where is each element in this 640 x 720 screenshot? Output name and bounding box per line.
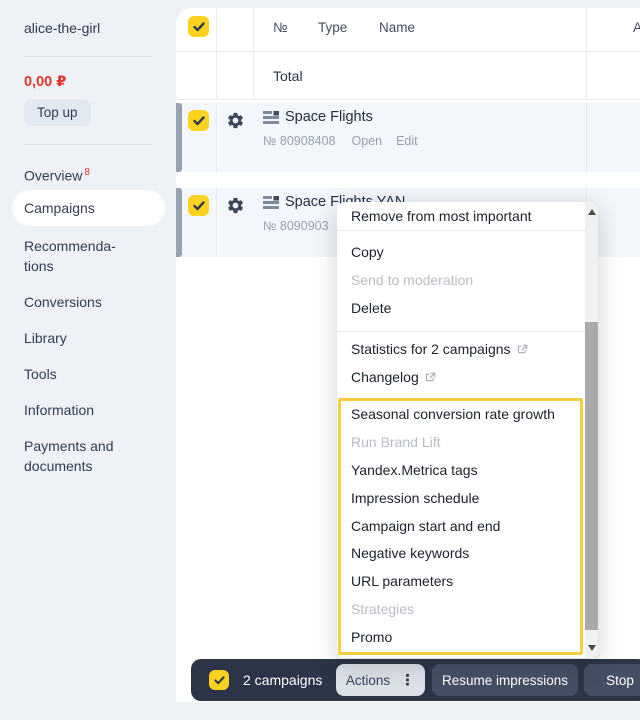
- row-checkbox[interactable]: [188, 110, 209, 131]
- select-all-checkbox[interactable]: [188, 16, 209, 37]
- check-icon: [193, 201, 205, 211]
- sidebar-item-recommendations[interactable]: Recommenda- tions: [24, 236, 156, 276]
- menu-item-copy[interactable]: Copy: [337, 238, 585, 266]
- campaign-number: № 80908408: [263, 134, 336, 148]
- total-label: Total: [273, 68, 303, 84]
- column-divider: [216, 188, 217, 257]
- top-up-button[interactable]: Top up: [24, 99, 91, 126]
- menu-item-statistics[interactable]: Statistics for 2 campaigns: [337, 335, 585, 363]
- column-header-number[interactable]: №: [273, 20, 287, 35]
- menu-item-impression-schedule[interactable]: Impression schedule: [341, 485, 580, 513]
- sidebar-item-campaigns[interactable]: Campaigns: [24, 198, 156, 218]
- actions-context-menu: Remove from most important Copy Send to …: [337, 202, 598, 658]
- menu-item-metrica-tags[interactable]: Yandex.Metrica tags: [341, 457, 580, 485]
- column-header-type[interactable]: Type: [318, 20, 347, 35]
- sidebar: alice-the-girl 0,00 ₽ Top up Overview8 C…: [0, 0, 176, 720]
- menu-item-send-to-moderation: Send to moderation: [337, 266, 585, 294]
- column-divider: [586, 103, 587, 172]
- selection-action-bar: 2 campaigns Actions ⋮ Resume impressions…: [191, 659, 640, 701]
- gear-icon[interactable]: [226, 111, 245, 135]
- check-icon: [193, 22, 205, 32]
- sidebar-divider: [24, 144, 152, 145]
- scroll-down-icon[interactable]: [588, 645, 596, 651]
- resume-impressions-button[interactable]: Resume impressions: [432, 664, 578, 696]
- stop-button[interactable]: Stop: [584, 664, 640, 696]
- sidebar-item-library[interactable]: Library: [24, 328, 156, 348]
- sidebar-divider: [24, 56, 152, 57]
- sidebar-item-conversions[interactable]: Conversions: [24, 292, 156, 312]
- row-selected-bar: [176, 188, 182, 257]
- column-divider: [586, 8, 587, 100]
- sidebar-item-overview[interactable]: Overview8: [24, 163, 156, 186]
- campaign-meta: № 8090903: [263, 219, 329, 233]
- row-checkbox[interactable]: [188, 195, 209, 216]
- sidebar-item-tools[interactable]: Tools: [24, 364, 156, 384]
- actions-button[interactable]: Actions ⋮: [336, 664, 425, 696]
- table-header-row: № Type Name A: [176, 8, 640, 52]
- column-divider: [216, 8, 217, 100]
- menu-item-negative-keywords[interactable]: Negative keywords: [341, 540, 580, 568]
- account-balance: 0,00 ₽: [24, 74, 66, 90]
- sidebar-item-payments[interactable]: Payments and documents: [24, 436, 156, 476]
- menu-item-url-parameters[interactable]: URL parameters: [341, 568, 580, 596]
- campaign-meta: № 80908408 Open Edit: [263, 134, 418, 148]
- selection-count-label: 2 campaigns: [243, 672, 322, 688]
- campaign-type-icon: [263, 196, 279, 209]
- menu-scrollbar-thumb[interactable]: [585, 322, 598, 630]
- selection-checkbox[interactable]: [209, 670, 229, 690]
- account-name[interactable]: alice-the-girl: [24, 20, 100, 36]
- edit-link[interactable]: Edit: [396, 134, 418, 148]
- menu-item-changelog[interactable]: Changelog: [337, 363, 585, 391]
- highlighted-menu-section: Seasonal conversion rate growth Run Bran…: [338, 398, 583, 655]
- sidebar-item-information[interactable]: Information: [24, 400, 156, 420]
- menu-item-promo[interactable]: Promo: [341, 624, 580, 652]
- menu-item-remove-most-important[interactable]: Remove from most important: [337, 202, 585, 230]
- check-icon: [193, 116, 205, 126]
- open-link[interactable]: Open: [352, 134, 383, 148]
- menu-divider: [337, 331, 585, 332]
- campaign-type-icon: [263, 111, 279, 124]
- menu-item-campaign-start-end[interactable]: Campaign start and end: [341, 513, 580, 541]
- menu-item-seasonal-growth[interactable]: Seasonal conversion rate growth: [341, 401, 580, 429]
- column-header-clipped: A: [633, 20, 640, 35]
- check-icon: [214, 676, 225, 685]
- total-row: [176, 52, 640, 100]
- campaign-name[interactable]: Space Flights: [263, 109, 373, 125]
- row-selected-bar: [176, 103, 182, 172]
- column-header-name[interactable]: Name: [379, 20, 415, 35]
- external-link-icon: [517, 344, 528, 355]
- kebab-menu-icon: ⋮: [400, 671, 415, 689]
- gear-icon[interactable]: [226, 196, 245, 220]
- page-bottom-strip: [176, 702, 640, 720]
- scroll-up-icon[interactable]: [588, 209, 596, 215]
- menu-item-delete[interactable]: Delete: [337, 294, 585, 322]
- menu-divider: [337, 230, 585, 231]
- menu-item-run-brand-lift: Run Brand Lift: [341, 429, 580, 457]
- column-divider: [253, 8, 254, 100]
- column-divider: [216, 103, 217, 172]
- overview-badge: 8: [84, 167, 90, 178]
- external-link-icon: [425, 372, 436, 383]
- menu-item-strategies: Strategies: [341, 596, 580, 624]
- campaign-number: № 8090903: [263, 219, 329, 233]
